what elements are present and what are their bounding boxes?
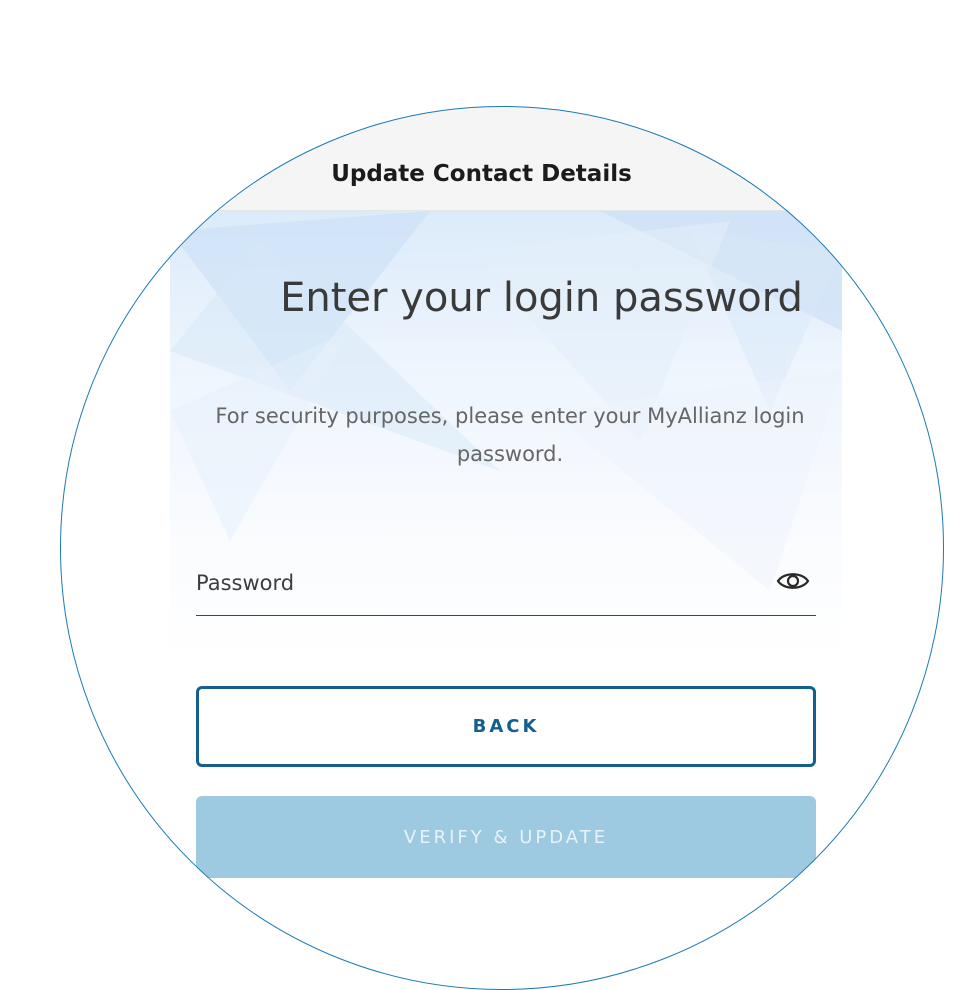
page-title: Update Contact Details	[331, 161, 632, 187]
back-button[interactable]: BACK	[196, 686, 816, 767]
main-heading: Enter your login password	[280, 275, 803, 321]
password-field[interactable]: Password	[196, 560, 816, 616]
magnifier-circle: Update Contact Details Enter your login …	[60, 106, 944, 990]
eye-icon[interactable]	[776, 570, 810, 592]
screenshot-stage: Update Contact Details Enter your login …	[0, 0, 963, 990]
verify-update-button[interactable]: VERIFY & UPDATE	[196, 796, 816, 878]
app-screen: Update Contact Details Enter your login …	[60, 106, 944, 990]
password-label: Password	[196, 571, 295, 595]
security-description: For security purposes, please enter your…	[215, 404, 805, 466]
